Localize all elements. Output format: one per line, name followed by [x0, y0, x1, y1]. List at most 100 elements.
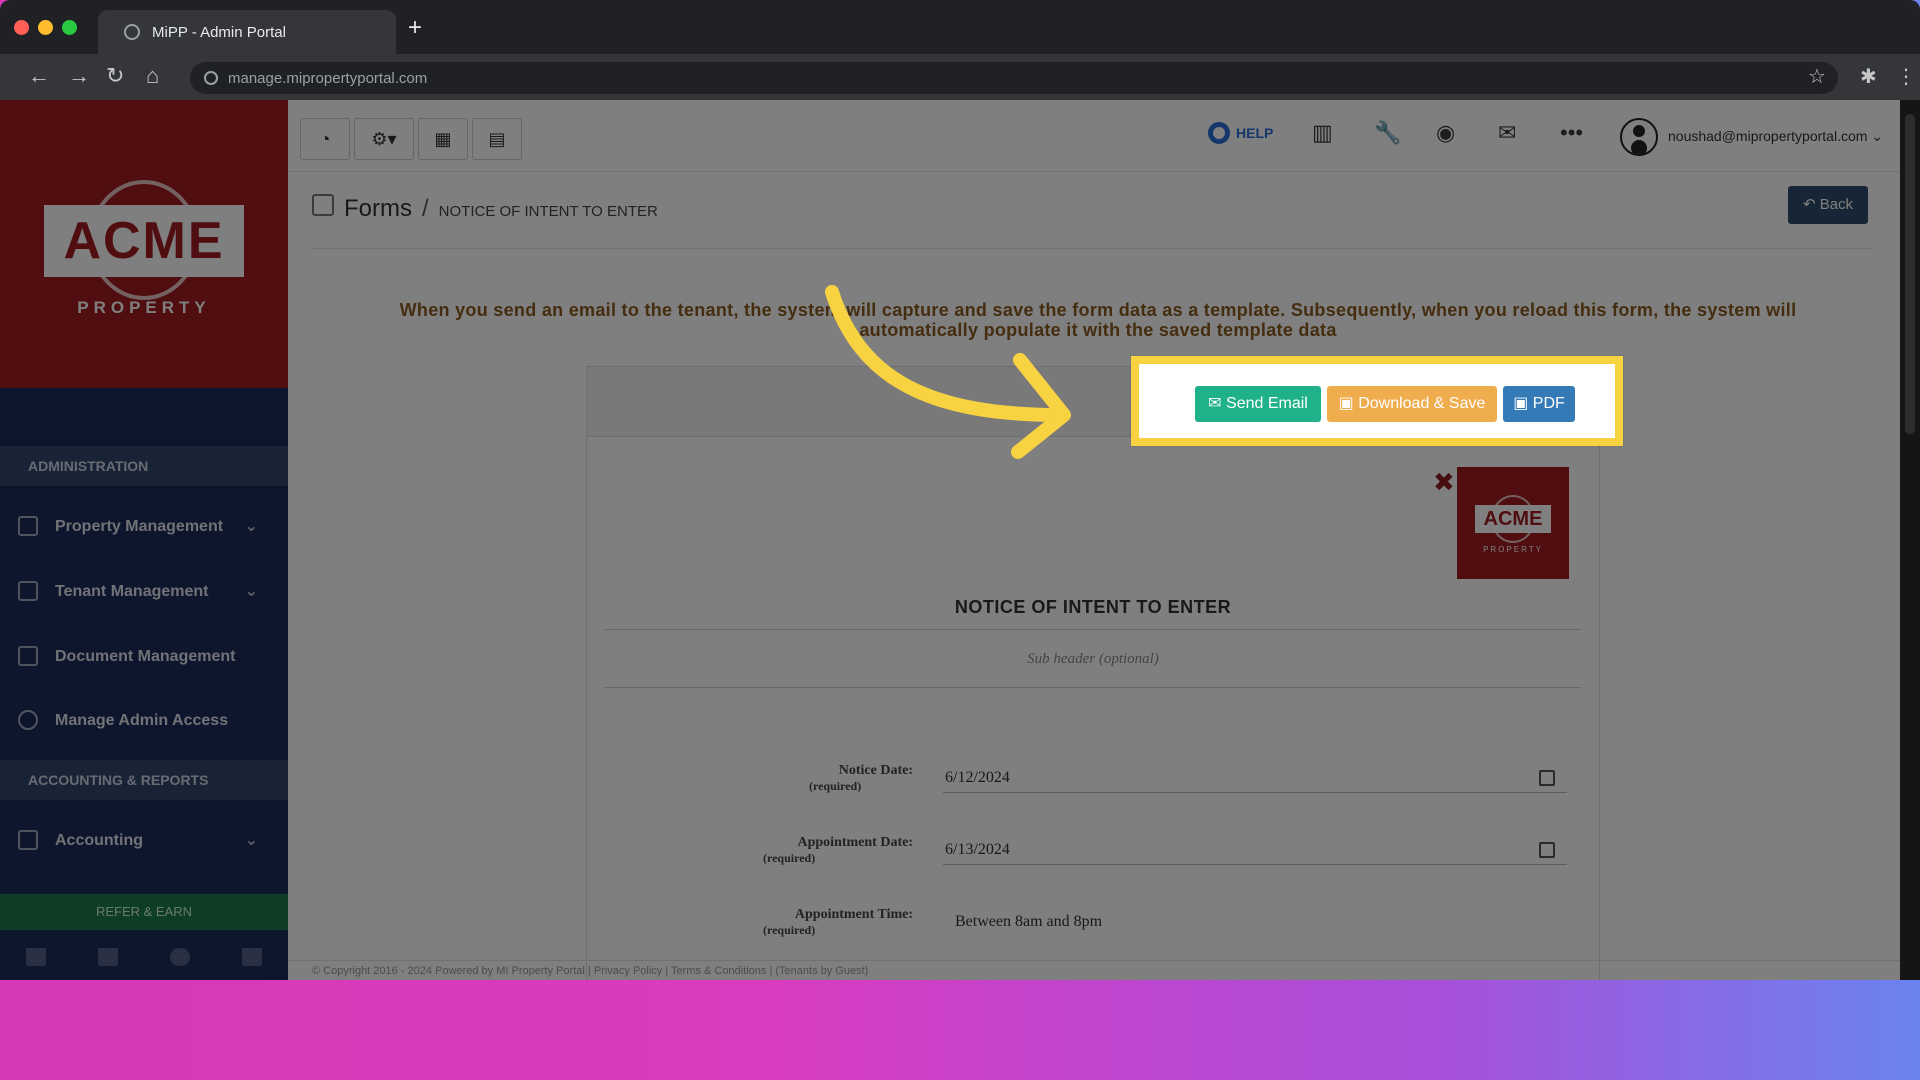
appointment-date-label: Appointment Date: (required): [763, 835, 913, 865]
forms-icon: [312, 194, 334, 216]
users-icon: [18, 581, 38, 601]
scrollbar-thumb[interactable]: [1905, 114, 1915, 434]
callout-arrow-icon: [825, 285, 1071, 459]
calculator-button[interactable]: ▤: [472, 118, 522, 160]
more-icon[interactable]: •••: [1560, 120, 1583, 146]
maximize-window-button[interactable]: [62, 20, 77, 35]
eye-icon[interactable]: ◉: [1436, 120, 1455, 146]
sidebar-item-document-management[interactable]: Document Management: [0, 632, 288, 682]
chevron-down-icon: ⌄: [244, 832, 258, 849]
bookmark-star-icon[interactable]: ☆: [1808, 64, 1826, 89]
appointment-date-value: 6/13/2024: [945, 841, 1010, 858]
breadcrumb-separator: /: [422, 195, 429, 222]
avatar[interactable]: [1620, 118, 1658, 156]
sidebar-item-label: Tenant Management: [55, 583, 209, 600]
acme-logo[interactable]: ACME PROPERTY: [44, 180, 244, 330]
sidebar-item-label: Document Management: [55, 648, 236, 665]
form-logo: ACME PROPERTY: [1457, 467, 1569, 579]
appointment-time-value[interactable]: Between 8am and 8pm: [955, 913, 1102, 931]
sidebar-item-accounting[interactable]: Accounting ⌄: [0, 816, 288, 866]
logo-subtitle: PROPERTY: [77, 298, 211, 317]
mail-icon[interactable]: [26, 948, 46, 966]
sidebar-item-label: Accounting: [55, 832, 143, 849]
forward-arrow-icon[interactable]: →: [68, 64, 90, 88]
help-link[interactable]: HELP: [1208, 122, 1273, 144]
page-viewport: ACME PROPERTY ADMINISTRATION Property Ma…: [0, 100, 1920, 980]
download-save-button[interactable]: ▣ Download & Save: [1327, 386, 1497, 422]
page-scrollbar[interactable]: [1900, 100, 1920, 980]
divider: [605, 629, 1581, 630]
browser-menu-icon[interactable]: ⋮: [1896, 64, 1916, 89]
sidebar-item-manage-admin-access[interactable]: Manage Admin Access: [0, 696, 288, 746]
settings-dropdown-button[interactable]: ⚙▾: [354, 118, 414, 160]
divider: [312, 248, 1872, 249]
wrench-icon[interactable]: 🔧: [1374, 120, 1401, 146]
section-accounting-reports: ACCOUNTING & REPORTS: [0, 760, 288, 800]
chevron-down-icon: ⌄: [244, 518, 258, 535]
minimize-window-button[interactable]: [38, 20, 53, 35]
building-icon: [18, 516, 38, 536]
logo-wordmark: ACME: [1475, 505, 1551, 533]
reload-icon[interactable]: ↻: [106, 64, 124, 88]
calendar-icon[interactable]: [1539, 770, 1555, 786]
key-icon: [18, 710, 38, 730]
dashboard-button[interactable]: ◔: [300, 118, 350, 160]
back-label: Back: [1819, 196, 1854, 213]
remove-logo-icon[interactable]: ✖: [1433, 467, 1455, 498]
sidebar-item-property-management[interactable]: Property Management ⌄: [0, 502, 288, 552]
close-window-button[interactable]: [14, 20, 29, 35]
user-email: noushad@mipropertyportal.com: [1668, 128, 1868, 144]
chevron-down-icon: ⌄: [244, 583, 258, 600]
main-content: ◔ ⚙▾ ▦ ▤ HELP ▥ 🔧 ◉ ✉ ••• noushad@miprop…: [288, 100, 1920, 980]
envelope-icon[interactable]: ✉: [1498, 120, 1516, 146]
bar-chart-icon[interactable]: ▥: [1312, 120, 1333, 146]
sidebar-item-label: Manage Admin Access: [55, 712, 229, 729]
money-icon: [18, 830, 38, 850]
template-notice-line1: When you send an email to the tenant, th…: [399, 300, 1797, 320]
user-icon[interactable]: [170, 948, 190, 966]
briefcase-icon[interactable]: [98, 948, 118, 966]
send-email-button[interactable]: ✉ Send Email: [1195, 386, 1321, 422]
address-bar[interactable]: manage.mipropertyportal.com: [190, 62, 1838, 94]
documents-icon: [18, 646, 38, 666]
form-title: NOTICE OF INTENT TO ENTER: [954, 597, 1232, 617]
browser-toolbar: ← → ↻ ⌂ manage.mipropertyportal.com ☆ ✱ …: [0, 54, 1920, 100]
logo-wordmark: ACME: [44, 205, 244, 277]
template-notice: When you send an email to the tenant, th…: [348, 300, 1848, 340]
calculator-icon[interactable]: [242, 948, 262, 966]
url-text: manage.mipropertyportal.com: [228, 69, 428, 87]
tab-title: MiPP - Admin Portal: [152, 23, 286, 41]
calendar-icon[interactable]: [1539, 842, 1555, 858]
brand-panel: ACME PROPERTY: [0, 100, 288, 388]
browser-tab[interactable]: MiPP - Admin Portal: [98, 10, 396, 54]
browser-window: MiPP - Admin Portal + ← → ↻ ⌂ manage.mip…: [0, 0, 1920, 980]
notice-date-field[interactable]: 6/12/2024: [943, 763, 1567, 793]
sidebar-bottom-icons: [0, 938, 288, 978]
user-menu[interactable]: noushad@mipropertyportal.com ⌄: [1668, 128, 1883, 145]
logo-subtitle: PROPERTY: [1483, 545, 1543, 554]
back-button[interactable]: ↶ Back: [1788, 186, 1868, 224]
back-arrow-icon[interactable]: ←: [28, 64, 50, 88]
footer: © Copyright 2016 - 2024 Powered by MI Pr…: [288, 960, 1920, 980]
sidebar-item-label: Property Management: [55, 518, 224, 535]
page-title: NOTICE OF INTENT TO ENTER: [438, 203, 658, 220]
tab-strip: MiPP - Admin Portal +: [0, 0, 1920, 54]
new-tab-button[interactable]: +: [408, 16, 422, 40]
appointment-time-label: Appointment Time: (required): [763, 907, 913, 937]
site-info-icon[interactable]: [204, 71, 218, 85]
extensions-icon[interactable]: ✱: [1860, 64, 1877, 89]
calendar-button[interactable]: ▦: [418, 118, 468, 160]
breadcrumb: Forms / NOTICE OF INTENT TO ENTER: [312, 194, 658, 223]
divider: [605, 687, 1581, 688]
sidebar-item-tenant-management[interactable]: Tenant Management ⌄: [0, 567, 288, 617]
home-icon[interactable]: ⌂: [146, 64, 159, 88]
appointment-date-field[interactable]: 6/13/2024: [943, 835, 1567, 865]
form-subheader[interactable]: Sub header (optional): [605, 651, 1581, 668]
refer-earn-button[interactable]: REFER & EARN: [0, 894, 288, 930]
pdf-button[interactable]: ▣ PDF: [1503, 386, 1575, 422]
breadcrumb-forms-link[interactable]: Forms: [344, 195, 412, 223]
section-administration: ADMINISTRATION: [0, 446, 288, 486]
form-card: ✖ ACME PROPERTY NOTICE OF INTENT TO ENTE…: [586, 366, 1600, 980]
notice-date-label: Notice Date: (required): [809, 763, 913, 793]
notice-date-value: 6/12/2024: [945, 769, 1010, 786]
